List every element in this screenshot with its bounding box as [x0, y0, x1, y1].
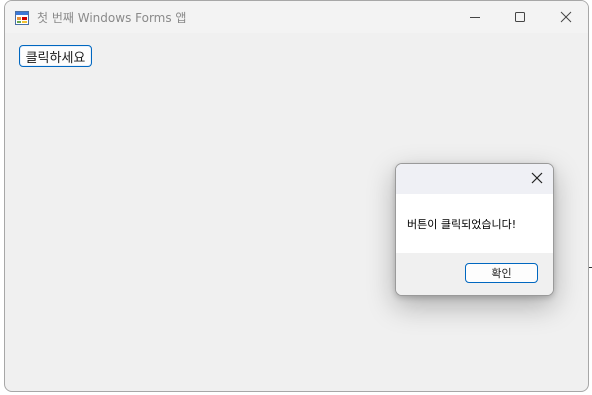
close-icon — [530, 170, 544, 189]
minimize-icon — [469, 8, 481, 27]
dialog-footer: 확인 — [396, 253, 553, 295]
maximize-icon — [514, 8, 526, 27]
maximize-button[interactable] — [497, 1, 543, 33]
close-icon — [560, 8, 572, 27]
message-box-dialog: 버튼이 클릭되었습니다! 확인 — [395, 163, 554, 296]
app-icon — [15, 10, 29, 25]
ok-button[interactable]: 확인 — [465, 263, 538, 283]
minimize-button[interactable] — [452, 1, 498, 33]
dialog-title-bar[interactable] — [396, 164, 553, 194]
title-bar[interactable]: 첫 번째 Windows Forms 앱 — [5, 1, 588, 33]
dialog-close-button[interactable] — [521, 164, 553, 194]
dialog-message: 버튼이 클릭되었습니다! — [407, 218, 517, 231]
window-title: 첫 번째 Windows Forms 앱 — [37, 11, 187, 25]
click-me-button[interactable]: 클릭하세요 — [19, 45, 92, 67]
close-button[interactable] — [543, 1, 588, 33]
